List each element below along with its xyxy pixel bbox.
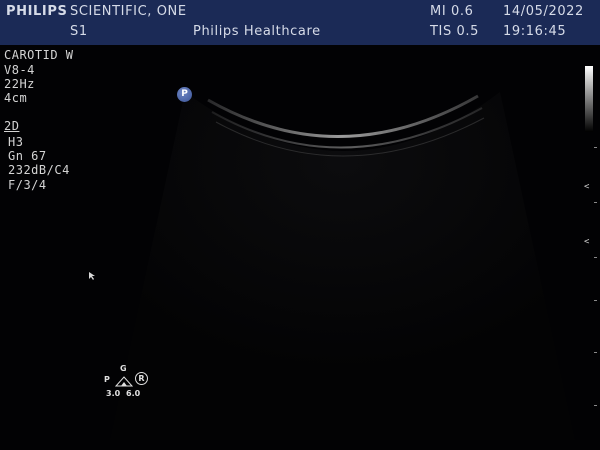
depth-tick <box>594 257 597 258</box>
orientation-marker: P <box>177 87 192 102</box>
navigator-right-label: R <box>135 372 148 385</box>
orientation-navigator: G P R 3.0 6.0 <box>100 363 160 403</box>
ultrasound-image <box>110 92 575 440</box>
navigator-top-label: G <box>120 364 127 373</box>
image-sector <box>110 92 575 440</box>
focus-marker-icon[interactable]: < <box>584 182 600 192</box>
depth-tick <box>594 300 597 301</box>
depth-tick <box>594 405 597 406</box>
navigator-value-left: 3.0 <box>106 389 121 398</box>
pointer-cursor-icon <box>89 272 95 280</box>
depth-tick <box>594 202 597 203</box>
navigator-triangle-icon <box>115 376 133 387</box>
ultrasound-screen: PHILIPS SCIENTIFIC, ONE S1 Philips Healt… <box>0 0 600 450</box>
depth-tick <box>594 352 597 353</box>
navigator-left-label: P <box>104 375 110 384</box>
focus-marker-icon[interactable]: < <box>584 237 600 247</box>
navigator-value-right: 6.0 <box>126 389 141 398</box>
grayscale-bar <box>585 66 593 132</box>
depth-tick <box>594 147 597 148</box>
